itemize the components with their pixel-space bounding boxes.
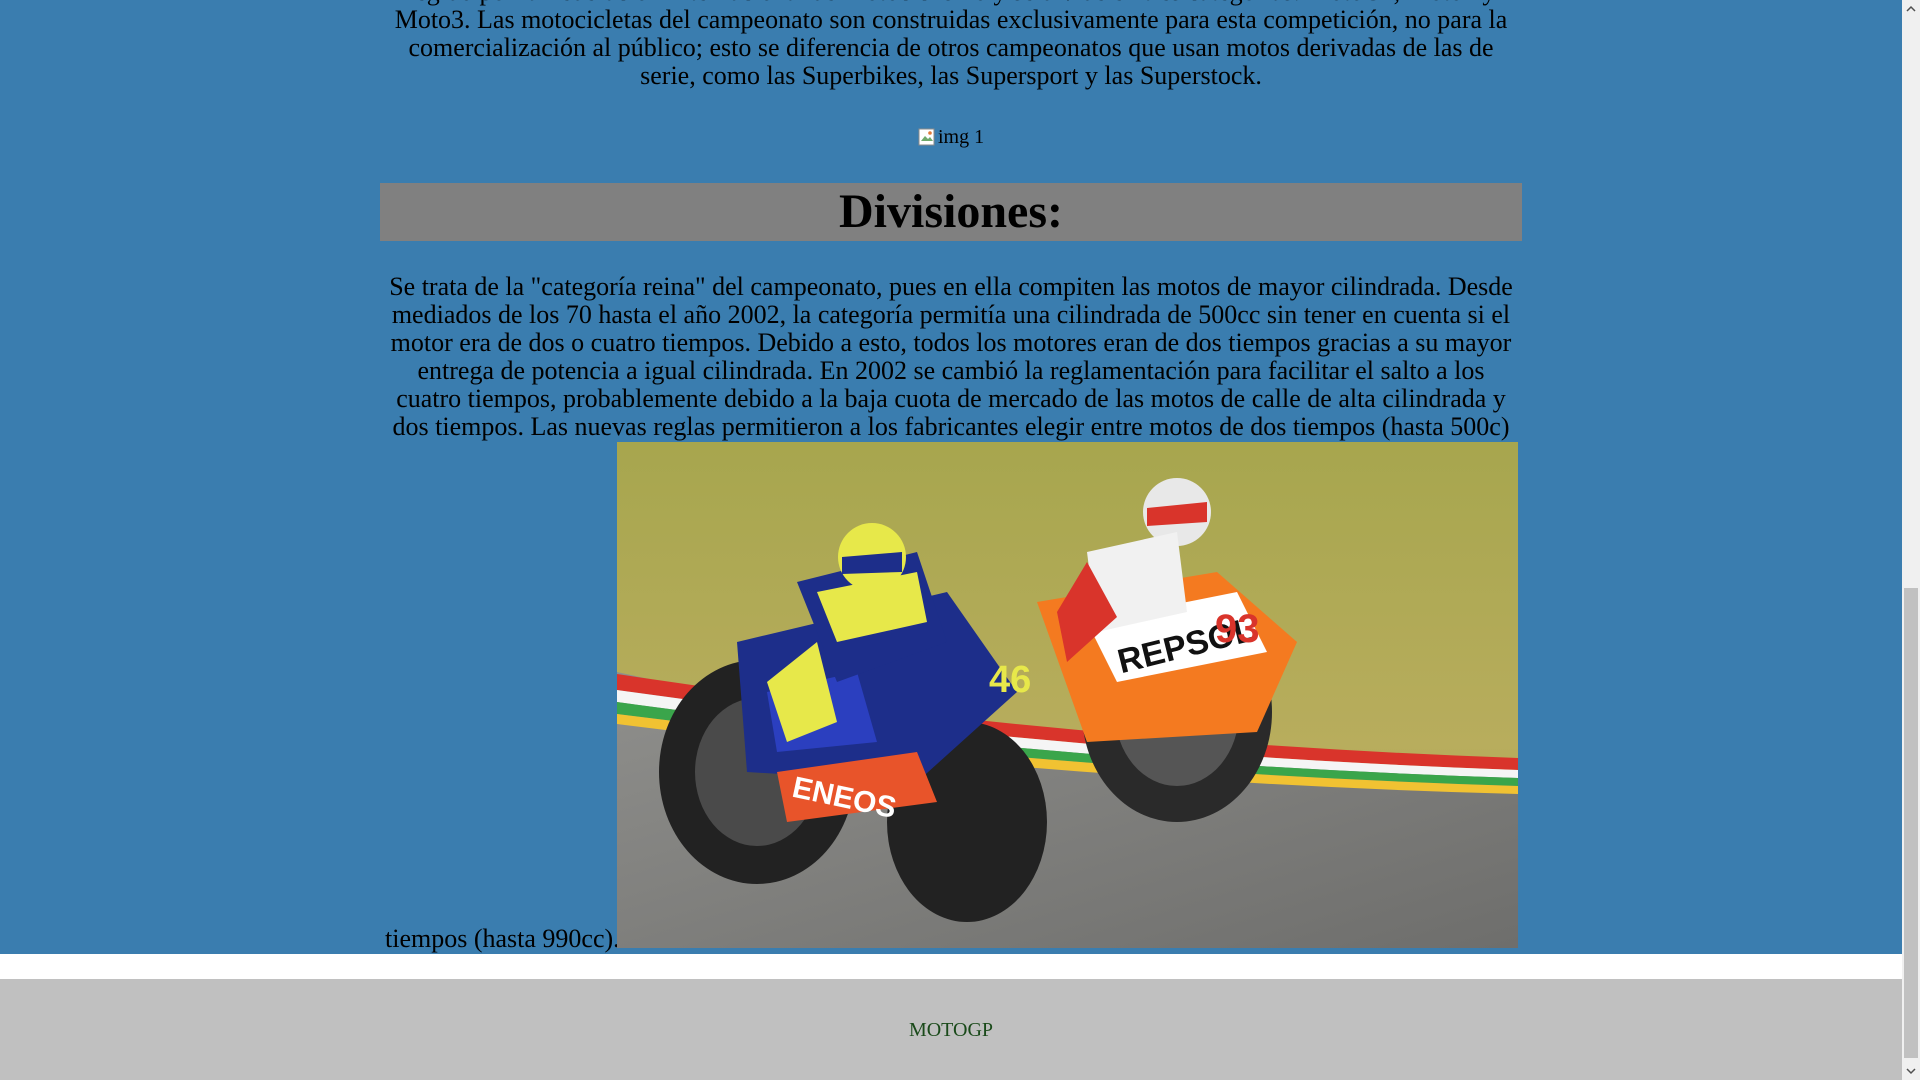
motogp-photo: REPSOL 93 ENEOS 46 (617, 442, 1518, 948)
scroll-down-arrow[interactable] (1902, 1062, 1920, 1080)
broken-image-icon (918, 127, 936, 147)
chevron-up-icon (1906, 5, 1916, 12)
vertical-scrollbar[interactable] (1902, 0, 1920, 1080)
section-heading: Divisiones: (380, 183, 1522, 241)
scroll-up-arrow[interactable] (1902, 0, 1920, 18)
broken-image-alt: img 1 (938, 126, 985, 148)
broken-image: img 1 (918, 124, 984, 150)
page-footer: MOTOGP (0, 979, 1902, 1080)
number-front: 46 (989, 659, 1031, 701)
section-paragraph-tail: tiempos (hasta 990cc). (385, 924, 620, 953)
page-viewport: regido por la Federación Internacional d… (0, 0, 1902, 1080)
section-paragraph: Se trata de la "categoría reina" del cam… (389, 272, 1513, 469)
chevron-down-icon (1906, 1068, 1916, 1075)
number-back: 93 (1215, 607, 1260, 651)
footer-link-motogp[interactable]: MOTOGP (0, 1019, 1902, 1042)
main-content: regido por la Federación Internacional d… (0, 0, 1902, 954)
intro-paragraph: regido por la Federación Internacional d… (394, 0, 1508, 90)
scroll-thumb[interactable] (1904, 588, 1918, 1058)
